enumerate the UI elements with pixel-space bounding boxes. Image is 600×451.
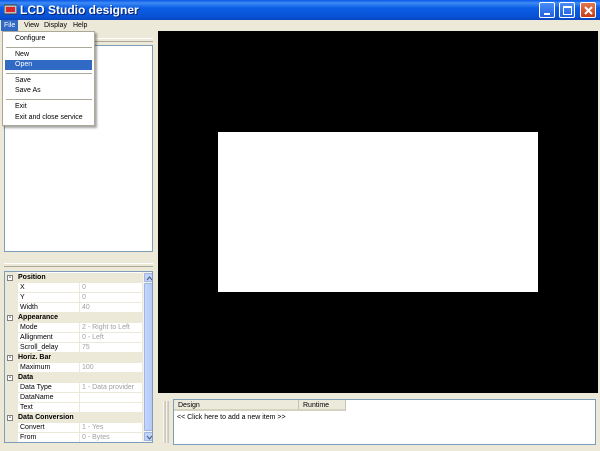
maximize-button[interactable] — [559, 2, 575, 18]
property-row-from[interactable]: From 0 - Bytes — [5, 433, 142, 442]
category-data[interactable]: - Data — [5, 373, 142, 383]
collapse-icon[interactable]: - — [7, 375, 13, 381]
column-header-design[interactable]: Design — [174, 400, 299, 411]
property-row-width[interactable]: Width 40 — [5, 303, 142, 313]
lcd-screen-preview[interactable] — [218, 132, 538, 292]
property-row-mode[interactable]: Mode 2 - Right to Left — [5, 323, 142, 333]
property-row-y[interactable]: Y 0 — [5, 293, 142, 303]
collapse-icon[interactable]: - — [7, 315, 13, 321]
menu-item-configure[interactable]: Configure — [5, 34, 92, 44]
collapse-icon[interactable]: - — [7, 415, 13, 421]
collapse-icon[interactable]: - — [7, 355, 13, 361]
menu-item-new[interactable]: New — [5, 50, 92, 60]
menu-item-save-as[interactable]: Save As — [5, 86, 92, 96]
add-new-item-row[interactable]: << Click here to add a new item >> — [177, 413, 286, 422]
property-row-data-type[interactable]: Data Type 1 - Data provider — [5, 383, 142, 393]
collapse-icon[interactable]: - — [7, 275, 13, 281]
window-title: LCD Studio designer — [20, 3, 139, 17]
minimize-icon — [544, 13, 550, 15]
property-row-scroll-delay[interactable]: Scroll_delay 75 — [5, 343, 142, 353]
category-position[interactable]: - Position — [5, 273, 142, 283]
properties-pane-grip[interactable] — [4, 263, 153, 267]
menu-item-save[interactable]: Save — [5, 76, 92, 86]
chevron-up-icon — [146, 276, 152, 281]
menu-bar: File View Display Help — [0, 20, 600, 31]
close-button[interactable] — [580, 2, 596, 18]
items-list[interactable]: Design Runtime << Click here to add a ne… — [173, 399, 596, 445]
close-icon — [584, 6, 593, 15]
file-menu-dropdown: Configure New Open Save Save As Exit Exi… — [2, 31, 95, 126]
menu-item-open[interactable]: Open — [5, 60, 92, 70]
property-grid[interactable]: - Position X 0 Y 0 Width 40 - Appearance… — [4, 271, 153, 443]
menu-help[interactable]: Help — [70, 20, 90, 31]
property-row-data-name[interactable]: DataName — [5, 393, 142, 403]
scroll-down-button[interactable] — [144, 432, 152, 441]
menu-display[interactable]: Display — [41, 20, 70, 31]
category-appearance[interactable]: - Appearance — [5, 313, 142, 323]
category-data-conversion[interactable]: - Data Conversion — [5, 413, 142, 423]
chevron-down-icon — [146, 435, 152, 440]
category-horiz-bar[interactable]: - Horiz. Bar — [5, 353, 142, 363]
property-row-x[interactable]: X 0 — [5, 283, 142, 293]
menu-view[interactable]: View — [21, 20, 42, 31]
menu-separator — [6, 47, 92, 48]
menu-file[interactable]: File — [1, 20, 19, 31]
property-row-alignment[interactable]: Allignment 0 - Left — [5, 333, 142, 343]
property-row-maximum[interactable]: Maximum 100 — [5, 363, 142, 373]
menu-item-exit-and-close-service[interactable]: Exit and close service — [5, 113, 92, 123]
property-row-text[interactable]: Text — [5, 403, 142, 413]
menu-separator — [6, 73, 92, 74]
design-canvas[interactable] — [158, 31, 598, 393]
app-icon — [4, 4, 17, 15]
items-panel-grip[interactable] — [161, 399, 171, 445]
property-row-convert[interactable]: Convert 1 - Yes — [5, 423, 142, 433]
property-grid-scrollbar[interactable] — [142, 272, 152, 442]
scroll-up-button[interactable] — [144, 273, 152, 282]
minimize-button[interactable] — [539, 2, 555, 18]
scroll-thumb[interactable] — [144, 283, 152, 431]
menu-separator — [6, 99, 92, 100]
maximize-icon — [563, 6, 572, 15]
title-bar: LCD Studio designer — [0, 0, 600, 20]
menu-item-exit[interactable]: Exit — [5, 102, 92, 112]
column-header-runtime[interactable]: Runtime — [299, 400, 346, 411]
